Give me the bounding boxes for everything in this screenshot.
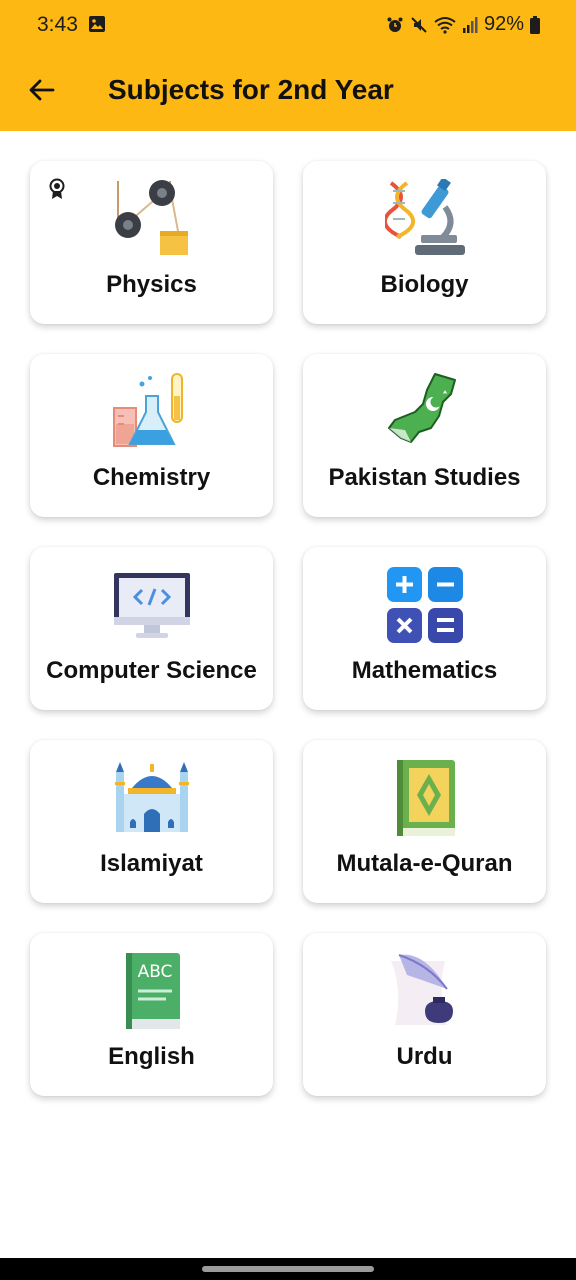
page-title: Subjects for 2nd Year: [108, 74, 394, 105]
gallery-notification-icon: [89, 16, 105, 32]
subject-label: Computer Science: [46, 657, 257, 684]
subject-card-biology[interactable]: Biology: [303, 161, 546, 324]
toolbar: Subjects for 2nd Year: [0, 52, 576, 131]
subject-label: English: [108, 1043, 195, 1070]
subject-label: Islamiyat: [100, 850, 203, 877]
subject-card-chemistry[interactable]: Chemistry: [30, 354, 273, 517]
subject-card-physics[interactable]: Physics: [30, 161, 273, 324]
home-gesture-handle[interactable]: [202, 1266, 374, 1272]
quran-book-icon: [396, 760, 455, 836]
mute-icon: [411, 16, 427, 33]
subject-card-computer-science[interactable]: Computer Science: [30, 547, 273, 710]
subject-card-english[interactable]: ABC English: [30, 933, 273, 1096]
subject-label: Mathematics: [351, 657, 498, 684]
abc-book-icon: ABC: [125, 953, 180, 1029]
subject-card-islamiyat[interactable]: Islamiyat: [30, 740, 273, 903]
alarm-icon: [387, 17, 403, 32]
status-time: 3:43: [37, 13, 78, 36]
monitor-code-icon: [113, 573, 190, 638]
mosque-icon: [114, 762, 189, 832]
back-button[interactable]: [22, 70, 62, 110]
arrow-back-icon: [29, 79, 55, 101]
subject-card-pakistan-studies[interactable]: Pakistan Studies: [303, 354, 546, 517]
signal-icon: [462, 16, 478, 33]
subject-label: Physics: [106, 271, 197, 298]
calculator-operators-icon: [386, 567, 463, 643]
status-icons: 92%: [386, 13, 540, 36]
wifi-icon: [434, 16, 456, 34]
status-bar: 3:43 92%: [0, 0, 576, 52]
quill-inkpot-icon: [390, 954, 453, 1025]
award-badge-icon: [49, 178, 65, 199]
battery-icon: [530, 15, 540, 34]
subject-label: Mutala-e-Quran: [336, 850, 513, 877]
pakistan-map-icon: [387, 373, 456, 443]
svg-text:ABC: ABC: [137, 962, 172, 982]
lab-flask-icon: [112, 373, 183, 447]
battery-percent: 92%: [483, 13, 524, 35]
subject-label: Biology: [380, 271, 469, 298]
subject-label: Urdu: [396, 1043, 453, 1070]
navigation-bar: [0, 1258, 576, 1280]
pulley-icon: [114, 180, 188, 255]
app-bar: 3:43 92% Subjects for 2nd Year: [0, 0, 576, 131]
dna-microscope-icon: [384, 179, 465, 255]
subject-label: Chemistry: [92, 464, 211, 491]
subject-card-mathematics[interactable]: Mathematics: [303, 547, 546, 710]
subject-card-mutala-e-quran[interactable]: Mutala-e-Quran: [303, 740, 546, 903]
subject-label: Pakistan Studies: [328, 464, 521, 491]
subject-card-urdu[interactable]: Urdu: [303, 933, 546, 1096]
